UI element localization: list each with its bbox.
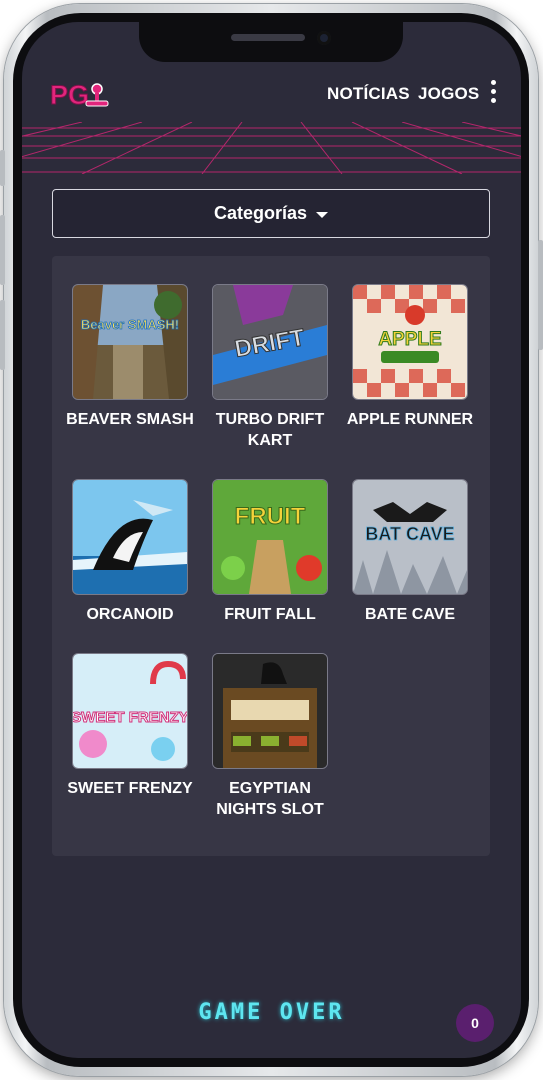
game-thumbnail[interactable]: SWEET FRENZY bbox=[72, 653, 188, 769]
game-title[interactable]: FRUIT FALL bbox=[205, 604, 335, 625]
game-thumbnail[interactable]: FRUIT bbox=[212, 479, 328, 595]
game-card-fruit-fall[interactable]: FRUIT FRUIT FALL bbox=[205, 479, 335, 625]
sweet-frenzy-art: SWEET FRENZY bbox=[73, 654, 187, 768]
game-card-bate-cave[interactable]: BAT CAVE BATE CAVE bbox=[345, 479, 475, 625]
fruit-fall-art-label: FRUIT bbox=[235, 503, 306, 530]
game-title[interactable]: APPLE RUNNER bbox=[345, 409, 475, 430]
game-thumbnail[interactable]: BAT CAVE bbox=[352, 479, 468, 595]
speaker bbox=[231, 34, 305, 41]
game-card-apple-runner[interactable]: APPLE APPLE RUNNER bbox=[345, 284, 475, 430]
game-thumbnail[interactable]: Beaver SMASH! bbox=[72, 284, 188, 400]
power-button bbox=[538, 240, 543, 350]
turbo-drift-art: DRIFT bbox=[213, 285, 327, 399]
game-card-sweet-frenzy[interactable]: SWEET FRENZY SWEET FRENZY bbox=[65, 653, 195, 799]
categories-label: Categorías bbox=[213, 203, 308, 223]
beaver-smash-art-label: Beaver SMASH! bbox=[81, 317, 179, 332]
game-title[interactable]: BATE CAVE bbox=[345, 604, 475, 625]
volume-up-button bbox=[0, 215, 5, 285]
game-title[interactable]: ORCANOID bbox=[65, 604, 195, 625]
caret-down-icon bbox=[316, 211, 329, 218]
bat-cave-art-label: BAT CAVE bbox=[365, 524, 454, 544]
apple-runner-art-label: APPLE bbox=[378, 329, 441, 350]
egyptian-slot-art bbox=[213, 654, 327, 768]
volume-down-button bbox=[0, 300, 5, 370]
game-card-orcanoid[interactable]: ORCANOID bbox=[65, 479, 195, 625]
apple-runner-art: APPLE bbox=[353, 285, 467, 399]
notification-badge[interactable]: 0 bbox=[456, 1004, 494, 1042]
notch bbox=[139, 22, 403, 62]
games-panel: Beaver SMASH! BEAVER SMASH DRIFT TURBO D… bbox=[52, 256, 490, 856]
bat-cave-art: BAT CAVE bbox=[353, 480, 467, 594]
game-card-turbo-drift-kart[interactable]: DRIFT TURBO DRIFT KART bbox=[205, 284, 335, 451]
pg-logo[interactable]: PG bbox=[50, 76, 110, 112]
game-card-egyptian-nights-slot[interactable]: EGYPTIAN NIGHTS SLOT bbox=[205, 653, 335, 820]
app-screen: PG NOTÍCIAS JOGOS Categorías Beaver SMAS… bbox=[22, 22, 521, 1058]
game-thumbnail[interactable] bbox=[72, 479, 188, 595]
top-nav: PG NOTÍCIAS JOGOS bbox=[22, 72, 521, 122]
game-card-beaver-smash[interactable]: Beaver SMASH! BEAVER SMASH bbox=[65, 284, 195, 430]
nav-jogos-link[interactable]: JOGOS bbox=[418, 84, 479, 104]
categories-dropdown[interactable]: Categorías bbox=[52, 189, 490, 238]
game-thumbnail[interactable] bbox=[212, 653, 328, 769]
game-over-logo[interactable]: GAME OVER bbox=[22, 1000, 521, 1025]
game-title[interactable]: EGYPTIAN NIGHTS SLOT bbox=[205, 778, 335, 820]
camera bbox=[317, 31, 331, 45]
game-title[interactable]: SWEET FRENZY bbox=[65, 778, 195, 799]
sweet-frenzy-art-label: SWEET FRENZY bbox=[73, 709, 187, 726]
beaver-smash-art: Beaver SMASH! bbox=[73, 285, 187, 399]
svg-text:PG: PG bbox=[50, 80, 89, 110]
orcanoid-art bbox=[73, 480, 187, 594]
silent-switch bbox=[0, 150, 5, 186]
game-title[interactable]: TURBO DRIFT KART bbox=[205, 409, 335, 451]
game-thumbnail[interactable]: DRIFT bbox=[212, 284, 328, 400]
game-thumbnail[interactable]: APPLE bbox=[352, 284, 468, 400]
nav-noticias-link[interactable]: NOTÍCIAS bbox=[327, 84, 410, 104]
more-options-icon[interactable] bbox=[488, 80, 498, 106]
game-title[interactable]: BEAVER SMASH bbox=[65, 409, 195, 430]
fruit-fall-art: FRUIT bbox=[213, 480, 327, 594]
synthwave-grid bbox=[22, 122, 521, 174]
